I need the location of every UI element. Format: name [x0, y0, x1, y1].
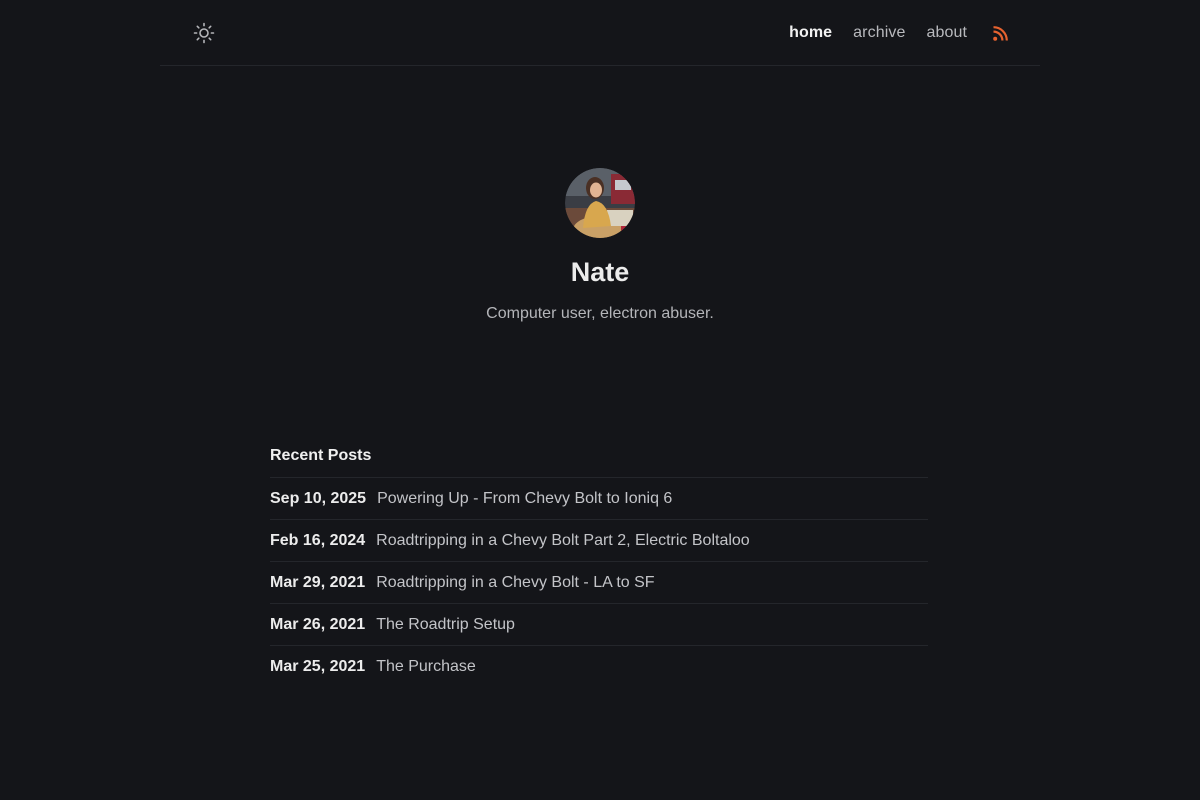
- post-date: Sep 10, 2025: [270, 489, 367, 507]
- post-title-link[interactable]: Roadtripping in a Chevy Bolt - LA to SF: [376, 574, 654, 592]
- page: home archive about Nate Computer user, e…: [0, 0, 1200, 800]
- nav-home-link[interactable]: home: [789, 24, 832, 42]
- post-title-link[interactable]: Roadtripping in a Chevy Bolt Part 2, Ele…: [376, 532, 750, 550]
- post-date: Mar 26, 2021: [270, 615, 366, 633]
- post-row[interactable]: Feb 16, 2024 Roadtripping in a Chevy Bol…: [270, 520, 928, 562]
- profile: Nate Computer user, electron abuser.: [0, 168, 1200, 325]
- sun-icon[interactable]: [193, 22, 215, 44]
- nav-archive-link[interactable]: archive: [853, 24, 905, 42]
- profile-bio: Computer user, electron abuser.: [486, 305, 714, 322]
- avatar: [565, 168, 635, 238]
- post-row[interactable]: Mar 25, 2021 The Purchase: [270, 646, 928, 687]
- rss-icon[interactable]: [993, 25, 1008, 41]
- main-nav: home archive about: [789, 0, 1008, 66]
- profile-name: Nate: [570, 257, 630, 287]
- post-title-link[interactable]: Powering Up - From Chevy Bolt to Ioniq 6: [377, 490, 672, 508]
- site-header: home archive about: [160, 0, 1040, 66]
- nav-about-link[interactable]: about: [926, 24, 967, 42]
- post-title-link[interactable]: The Roadtrip Setup: [376, 616, 515, 634]
- post-date: Mar 29, 2021: [270, 573, 366, 591]
- post-row[interactable]: Mar 29, 2021 Roadtripping in a Chevy Bol…: [270, 562, 928, 604]
- recent-posts-title: Recent Posts: [270, 440, 928, 478]
- post-date: Mar 25, 2021: [270, 657, 366, 675]
- post-row[interactable]: Mar 26, 2021 The Roadtrip Setup: [270, 604, 928, 646]
- post-row[interactable]: Sep 10, 2025 Powering Up - From Chevy Bo…: [270, 478, 928, 520]
- post-title-link[interactable]: The Purchase: [376, 658, 476, 676]
- recent-posts: Recent Posts Sep 10, 2025 Powering Up - …: [270, 440, 928, 687]
- post-date: Feb 16, 2024: [270, 531, 366, 549]
